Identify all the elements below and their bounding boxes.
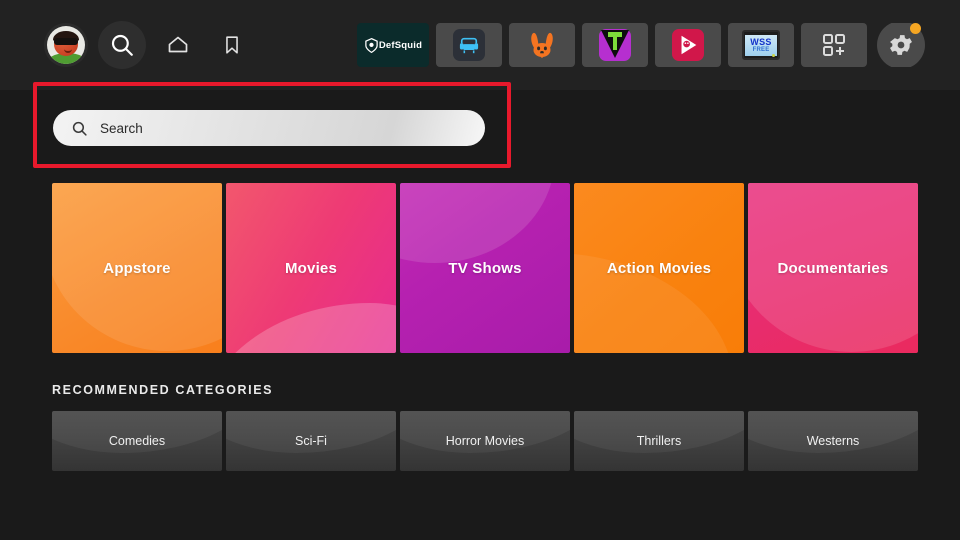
- wss-line2: FREE: [752, 46, 770, 53]
- category-tile-action-movies[interactable]: Action Movies: [574, 183, 744, 353]
- recommended-tile-sci-fi[interactable]: Sci-Fi: [226, 411, 396, 471]
- recommended-tile-comedies[interactable]: Comedies: [52, 411, 222, 471]
- wss-free-app-tile[interactable]: WSS FREE: [728, 23, 794, 67]
- search-input[interactable]: Search: [53, 110, 485, 146]
- shield-icon: [365, 37, 378, 53]
- search-placeholder: Search: [100, 120, 143, 136]
- top-bar-nav-group: [0, 21, 254, 69]
- grid-plus-icon: [823, 34, 845, 56]
- tivimate-icon: [601, 30, 629, 58]
- category-tile-label: Appstore: [103, 259, 171, 277]
- recommended-tile-label: Comedies: [108, 434, 166, 448]
- recommended-categories-row: Comedies Sci-Fi Horror Movies Thrillers …: [52, 411, 918, 471]
- recommended-tile-label: Horror Movies: [445, 434, 525, 448]
- media-player-app-tile[interactable]: [655, 23, 721, 67]
- defsquid-app-label: DefSquid: [378, 39, 423, 51]
- category-tile-label: Documentaries: [777, 259, 889, 277]
- bookmark-icon: [226, 36, 238, 54]
- profile-avatar[interactable]: [44, 23, 88, 67]
- add-apps-button[interactable]: [801, 23, 867, 67]
- media-player-icon-bg: [672, 29, 704, 61]
- gear-icon: [890, 35, 912, 55]
- rabbit-icon: [531, 32, 553, 58]
- tv-icon: WSS FREE: [742, 30, 780, 60]
- avatar-sunglasses-shape: [54, 38, 78, 45]
- category-tile-appstore[interactable]: Appstore: [52, 183, 222, 353]
- category-tile-movies[interactable]: Movies: [226, 183, 396, 353]
- settings-button[interactable]: [874, 23, 928, 67]
- couch-icon-bg: [453, 29, 485, 61]
- top-bar-app-group: DefSquid WSS FREE: [357, 23, 960, 67]
- home-icon: [168, 36, 188, 53]
- category-tile-documentaries[interactable]: Documentaries: [748, 183, 918, 353]
- wss-line1: WSS: [750, 36, 772, 47]
- armchair-icon: [459, 37, 479, 54]
- recommended-tile-thrillers[interactable]: Thrillers: [574, 411, 744, 471]
- recommended-tile-label: Sci-Fi: [295, 434, 327, 448]
- rabbit-app-tile[interactable]: [509, 23, 575, 67]
- search-nav-button[interactable]: [98, 21, 146, 69]
- tv-screen-content: WSS FREE: [745, 34, 777, 56]
- play-icon: [681, 35, 697, 55]
- category-tile-label: Action Movies: [606, 259, 712, 277]
- tivimate-app-tile[interactable]: [582, 23, 648, 67]
- search-icon: [111, 34, 133, 56]
- home-nav-button[interactable]: [156, 23, 200, 67]
- category-tile-label: Movies: [284, 259, 338, 277]
- tivimate-icon-bg: [599, 29, 631, 61]
- settings-notification-badge: [910, 23, 921, 34]
- category-tile-tv-shows[interactable]: TV Shows: [400, 183, 570, 353]
- search-icon: [72, 121, 87, 136]
- tile-decoration-shape: [400, 183, 555, 263]
- recommended-categories-heading: RECOMMENDED CATEGORIES: [52, 383, 274, 397]
- settings-button-bg: [877, 23, 925, 67]
- category-tile-row: Appstore Movies TV Shows Action Movies D…: [52, 183, 918, 353]
- tile-decoration-shape: [226, 303, 396, 353]
- recommended-tile-label: Westerns: [806, 434, 860, 448]
- recommended-tile-westerns[interactable]: Westerns: [748, 411, 918, 471]
- bookmark-nav-button[interactable]: [210, 23, 254, 67]
- tv-power-led: [772, 54, 775, 57]
- defsquid-app-tile[interactable]: DefSquid: [357, 23, 429, 67]
- avatar-image: [47, 26, 85, 64]
- couch-app-tile[interactable]: [436, 23, 502, 67]
- recommended-tile-label: Thrillers: [636, 434, 682, 448]
- recommended-tile-horror-movies[interactable]: Horror Movies: [400, 411, 570, 471]
- category-tile-label: TV Shows: [448, 259, 522, 277]
- top-bar: DefSquid WSS FREE: [0, 0, 960, 90]
